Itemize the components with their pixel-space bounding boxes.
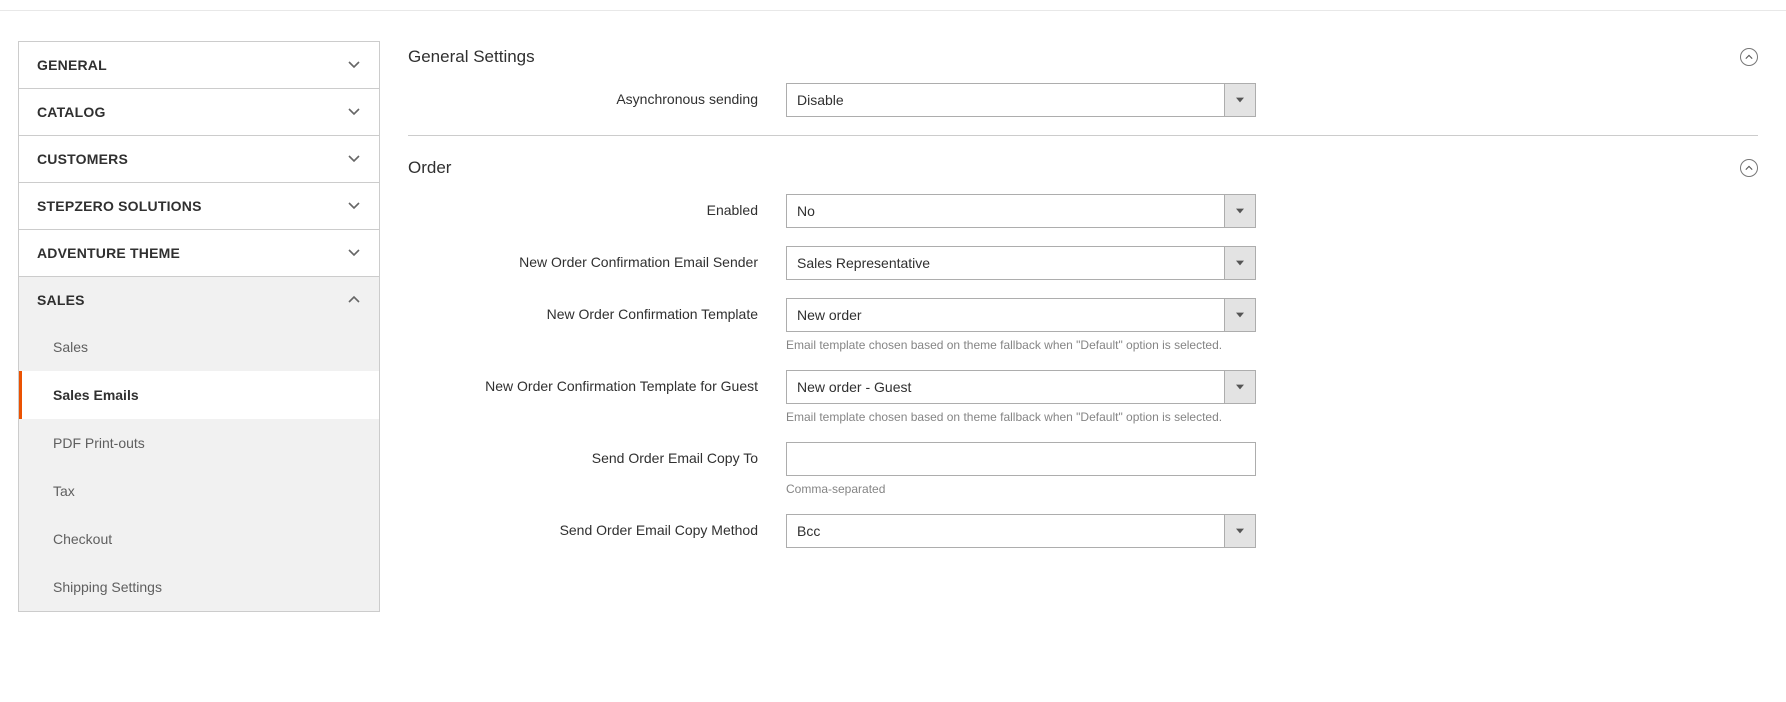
field-label: Send Order Email Copy Method: [408, 514, 786, 538]
sidebar-section-customers[interactable]: CUSTOMERS: [19, 136, 379, 182]
field-copy-method: Send Order Email Copy Method Bcc: [408, 514, 1758, 548]
sidebar-section-sales[interactable]: SALES: [19, 277, 379, 323]
dropdown-trigger[interactable]: [1224, 194, 1256, 228]
sidebar-section-label: SALES: [37, 292, 85, 308]
field-sender: New Order Confirmation Email Sender Sale…: [408, 246, 1758, 280]
async-sending-select[interactable]: Disable: [786, 83, 1256, 117]
sidebar-item-sales-emails[interactable]: Sales Emails: [19, 371, 379, 419]
chevron-down-icon: [347, 58, 361, 72]
section-title: General Settings: [408, 47, 535, 67]
field-label: Enabled: [408, 194, 786, 218]
field-label: New Order Confirmation Email Sender: [408, 246, 786, 270]
sidebar-item-label: Sales Emails: [53, 387, 139, 403]
field-enabled: Enabled No: [408, 194, 1758, 228]
sidebar-section-label: CATALOG: [37, 104, 106, 120]
sidebar-item-checkout[interactable]: Checkout: [19, 515, 379, 563]
sender-select[interactable]: Sales Representative: [786, 246, 1256, 280]
sidebar-item-label: PDF Print-outs: [53, 435, 145, 451]
dropdown-trigger[interactable]: [1224, 83, 1256, 117]
sidebar-item-sales[interactable]: Sales: [19, 323, 379, 371]
chevron-down-icon: [347, 152, 361, 166]
enabled-select[interactable]: No: [786, 194, 1256, 228]
sidebar-section-general[interactable]: GENERAL: [19, 42, 379, 88]
sidebar-section-adventure-theme[interactable]: ADVENTURE THEME: [19, 230, 379, 276]
sidebar-subitems: Sales Sales Emails PDF Print-outs Tax Ch…: [19, 323, 379, 611]
section-header-general-settings[interactable]: General Settings: [408, 41, 1758, 83]
chevron-down-icon: [347, 199, 361, 213]
field-label: New Order Confirmation Template: [408, 298, 786, 322]
select-value: Disable: [786, 83, 1224, 117]
dropdown-trigger[interactable]: [1224, 298, 1256, 332]
sidebar-item-pdf-printouts[interactable]: PDF Print-outs: [19, 419, 379, 467]
section-header-order[interactable]: Order: [408, 152, 1758, 194]
section-title: Order: [408, 158, 451, 178]
sidebar-section-label: STEPZERO SOLUTIONS: [37, 198, 202, 214]
select-value: Bcc: [786, 514, 1224, 548]
field-template: New Order Confirmation Template New orde…: [408, 298, 1758, 352]
collapse-icon: [1740, 159, 1758, 177]
chevron-down-icon: [347, 246, 361, 260]
dropdown-trigger[interactable]: [1224, 246, 1256, 280]
field-template-guest: New Order Confirmation Template for Gues…: [408, 370, 1758, 424]
sidebar-item-label: Shipping Settings: [53, 579, 162, 595]
field-hint: Comma-separated: [786, 482, 1256, 496]
template-select[interactable]: New order: [786, 298, 1256, 332]
field-copy-to: Send Order Email Copy To Comma-separated: [408, 442, 1758, 496]
sidebar-item-tax[interactable]: Tax: [19, 467, 379, 515]
chevron-up-icon: [347, 293, 361, 307]
field-label: New Order Confirmation Template for Gues…: [408, 370, 786, 394]
field-async-sending: Asynchronous sending Disable: [408, 83, 1758, 117]
sidebar-section-label: CUSTOMERS: [37, 151, 128, 167]
copy-method-select[interactable]: Bcc: [786, 514, 1256, 548]
field-hint: Email template chosen based on theme fal…: [786, 338, 1256, 352]
sidebar-item-label: Sales: [53, 339, 88, 355]
sidebar-item-shipping-settings[interactable]: Shipping Settings: [19, 563, 379, 611]
sidebar-section-stepzero[interactable]: STEPZERO SOLUTIONS: [19, 183, 379, 229]
field-label: Send Order Email Copy To: [408, 442, 786, 466]
sidebar-section-label: GENERAL: [37, 57, 107, 73]
sidebar-section-catalog[interactable]: CATALOG: [19, 89, 379, 135]
copy-to-input[interactable]: [786, 442, 1256, 476]
field-hint: Email template chosen based on theme fal…: [786, 410, 1256, 424]
select-value: No: [786, 194, 1224, 228]
dropdown-trigger[interactable]: [1224, 370, 1256, 404]
sidebar-section-label: ADVENTURE THEME: [37, 245, 180, 261]
select-value: Sales Representative: [786, 246, 1224, 280]
main-content: General Settings Asynchronous sending Di…: [408, 41, 1768, 612]
template-guest-select[interactable]: New order - Guest: [786, 370, 1256, 404]
dropdown-trigger[interactable]: [1224, 514, 1256, 548]
sidebar-item-label: Tax: [53, 483, 75, 499]
chevron-down-icon: [347, 105, 361, 119]
collapse-icon: [1740, 48, 1758, 66]
select-value: New order: [786, 298, 1224, 332]
field-label: Asynchronous sending: [408, 83, 786, 107]
select-value: New order - Guest: [786, 370, 1224, 404]
section-general-settings: General Settings Asynchronous sending Di…: [408, 41, 1758, 136]
section-order: Order Enabled No New Order Confi: [408, 152, 1758, 548]
sidebar-item-label: Checkout: [53, 531, 112, 547]
config-sidebar: GENERAL CATALOG CUSTOMERS: [18, 41, 380, 612]
